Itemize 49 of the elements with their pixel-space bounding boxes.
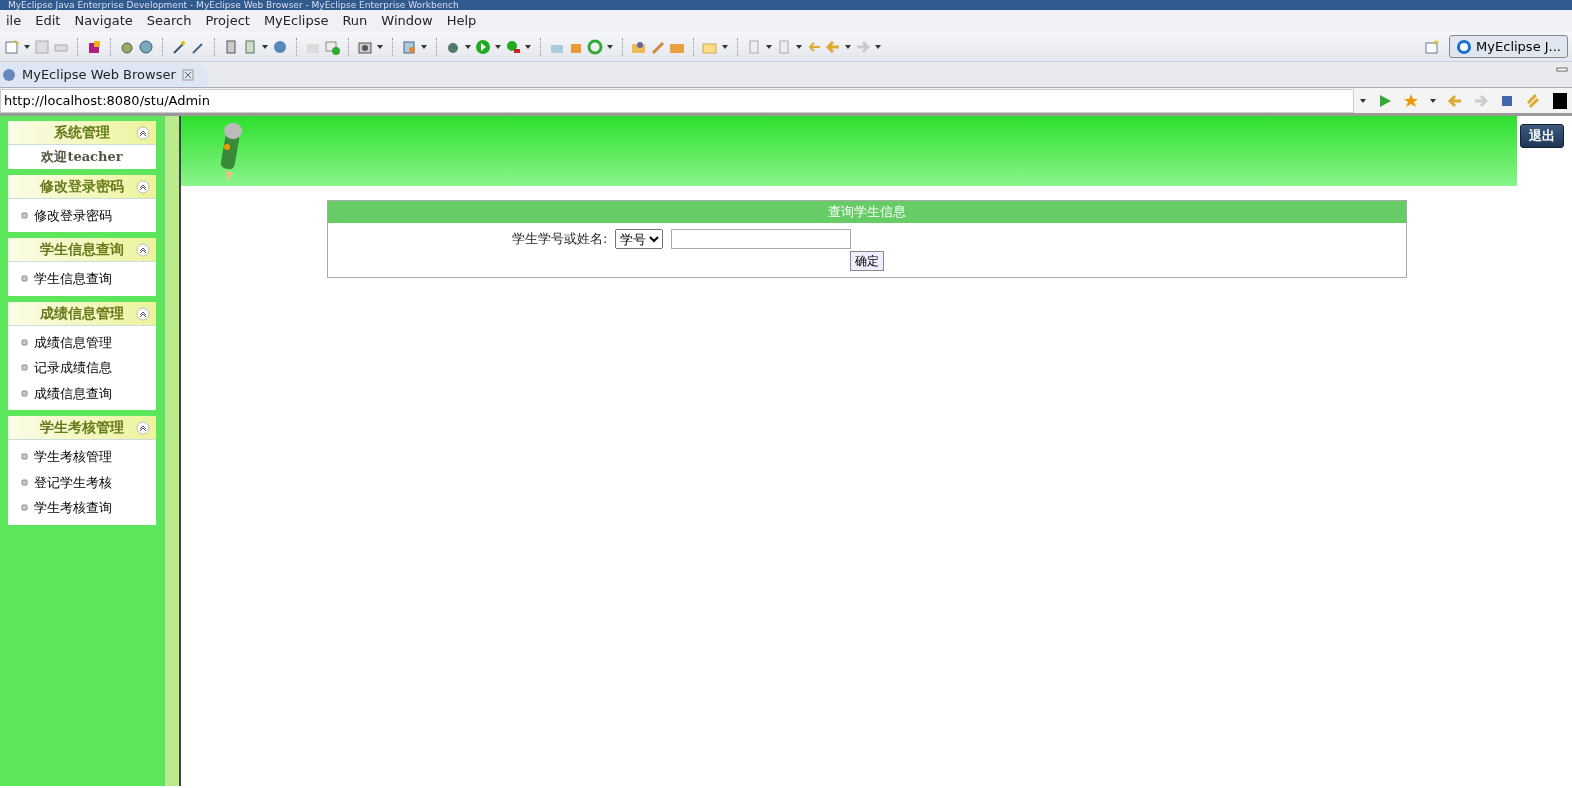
star-icon[interactable]	[1403, 92, 1419, 109]
editor-tab[interactable]: MyEclipse Web Browser	[0, 63, 208, 87]
sidebar-link[interactable]: 记录成绩信息	[34, 358, 112, 378]
bullet-icon[interactable]	[21, 389, 28, 397]
search-type-select[interactable]: 学号	[615, 229, 664, 249]
menu-item[interactable]: Run	[336, 11, 376, 31]
window-title: MyEclipse Java Enterprise Development - MyEclipse Web Browser - MyEclipse Enterprise Workbench	[0, 0, 1572, 10]
bullet-icon[interactable]	[21, 478, 28, 486]
menu-item[interactable]: Help	[440, 11, 485, 31]
collapse-icon[interactable]	[136, 126, 150, 140]
sidebar-link[interactable]: 成绩信息查询	[34, 383, 112, 403]
submit-button[interactable]: 确定	[850, 251, 884, 271]
menu-item[interactable]: Navigate	[68, 11, 141, 31]
close-icon[interactable]	[181, 69, 194, 81]
search-input[interactable]	[671, 229, 852, 249]
bullet-icon[interactable]	[21, 504, 28, 512]
cube-icon[interactable]	[86, 38, 102, 55]
logout-button[interactable]: 退出	[1520, 124, 1564, 148]
go-icon[interactable]	[1377, 92, 1393, 109]
collapse-icon[interactable]	[136, 179, 150, 194]
sidebar-link[interactable]: 学生考核查询	[34, 498, 112, 518]
menu-item[interactable]: Search	[140, 11, 200, 31]
menu-item[interactable]: MyEclipse	[257, 11, 337, 31]
bullet-icon[interactable]	[21, 453, 28, 461]
bullet-icon[interactable]	[21, 211, 28, 219]
menu-item[interactable]: Edit	[29, 11, 69, 31]
sidebar-link[interactable]: 成绩信息管理	[34, 332, 112, 352]
menu-item[interactable]: ile	[0, 11, 30, 31]
collapse-icon[interactable]	[136, 306, 150, 321]
sidebar-link[interactable]: 登记学生考核	[34, 472, 112, 492]
open-perspective-icon[interactable]	[1424, 38, 1441, 55]
bullet-icon[interactable]	[21, 338, 28, 346]
sidebar-link[interactable]: 学生考核管理	[34, 447, 112, 467]
bullet-icon[interactable]	[21, 275, 28, 283]
add-icon[interactable]	[324, 38, 340, 55]
scrollbar[interactable]	[164, 116, 181, 786]
menu-item[interactable]: Window	[375, 11, 441, 31]
welcome-text: 欢迎teacher	[40, 148, 124, 166]
field-label: 学生学号或姓名:	[512, 230, 608, 249]
collapse-icon[interactable]	[136, 243, 150, 257]
panel-title: 查询学生信息	[328, 201, 1406, 223]
collapse-icon[interactable]	[136, 421, 150, 435]
address-field[interactable]: http://localhost:8080/stu/Admin	[0, 88, 1354, 113]
perspective-logo-icon	[1456, 38, 1473, 55]
bullet-icon[interactable]	[21, 364, 28, 372]
menu-item[interactable]: Project	[199, 11, 258, 31]
back-arrow-icon[interactable]	[1447, 92, 1463, 109]
perspective-button[interactable]: MyEclipse J...	[1449, 34, 1568, 59]
run-icon[interactable]	[505, 38, 521, 55]
